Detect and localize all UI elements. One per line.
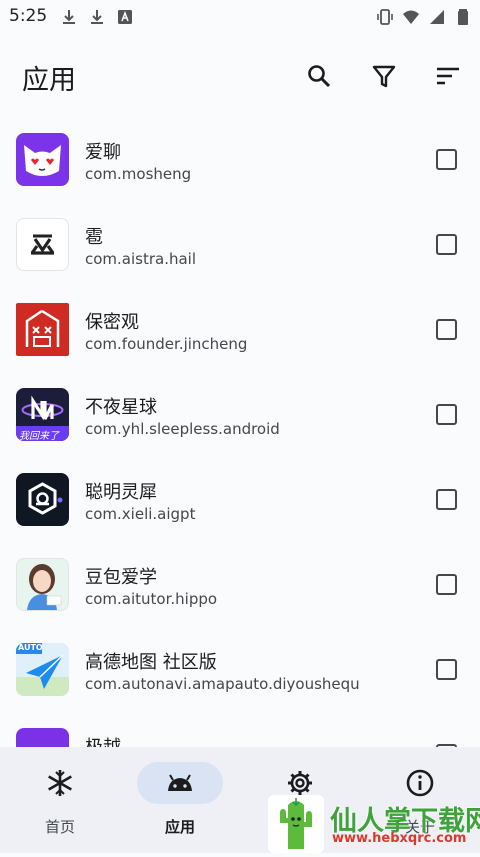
page-title: 应用 — [22, 65, 76, 96]
app-icon-amap: AUTO — [16, 643, 69, 696]
app-checkbox[interactable] — [436, 404, 457, 425]
app-icon-doubaoaixue — [16, 558, 69, 611]
app-icon-caption: 我回来了 — [19, 431, 59, 441]
cat-icon — [24, 145, 61, 176]
app-name: 豆包爱学 — [85, 567, 157, 588]
app-icon-caption: AUTO — [18, 643, 43, 652]
app-checkbox[interactable] — [436, 149, 457, 170]
app-checkbox[interactable] — [436, 234, 457, 255]
app-checkbox[interactable] — [436, 659, 457, 680]
nav-label: 首页 — [44, 818, 75, 836]
seal-icon — [25, 309, 60, 347]
sort-icon — [437, 67, 459, 85]
a-box-icon — [118, 10, 132, 24]
battery-icon — [458, 9, 468, 25]
wifi-icon — [403, 10, 419, 24]
list-item[interactable]: 我回来了 不夜星球 com.yhl.sleepless.android — [0, 373, 480, 458]
list-item[interactable]: 极越 — [0, 713, 480, 748]
app-icon-buyexingqiu: 我回来了 — [16, 388, 69, 441]
filter-button[interactable] — [364, 56, 404, 96]
nav-home[interactable]: 首页 — [0, 747, 120, 853]
signal-icon — [430, 10, 444, 24]
sort-button[interactable] — [428, 56, 468, 96]
android-icon — [168, 774, 192, 791]
app-checkbox[interactable] — [436, 574, 457, 595]
hexagon-logo-icon — [28, 482, 63, 515]
app-package: com.aistra.hail — [85, 250, 197, 268]
nav-apps[interactable]: 应用 — [120, 747, 240, 853]
status-bar: 5:25 — [0, 0, 480, 34]
app-package: com.mosheng — [85, 165, 192, 183]
list-item[interactable]: 保密观 com.founder.jincheng — [0, 288, 480, 373]
app-icon-congminglingxi — [16, 473, 69, 526]
app-package: com.yhl.sleepless.android — [85, 420, 280, 438]
app-name: 爱聊 — [85, 142, 121, 163]
watermark-url: www.hebxqrc.com — [332, 831, 467, 846]
app-icon-aimliao — [16, 133, 69, 186]
cactus-logo-icon — [268, 795, 324, 853]
list-item[interactable]: 豆包爱学 com.aitutor.hippo — [0, 543, 480, 628]
list-item[interactable]: 聪明灵犀 com.xieli.aigpt — [0, 458, 480, 543]
app-name: 聪明灵犀 — [85, 482, 157, 503]
download-icon — [63, 10, 75, 24]
vibrate-icon — [377, 9, 393, 25]
app-package: com.founder.jincheng — [85, 335, 248, 353]
app-name: 高德地图 社区版 — [85, 652, 217, 673]
download-icon — [91, 10, 103, 24]
app-checkbox[interactable] — [436, 319, 457, 340]
app-package: com.aitutor.hippo — [85, 590, 218, 608]
app-name: 保密观 — [85, 312, 139, 333]
app-icon-hail — [16, 218, 69, 271]
hail-logo-icon — [30, 234, 55, 255]
app-bar: 应用 — [0, 40, 480, 112]
list-item[interactable]: AUTO 高德地图 社区版 com.autonavi.amapauto.diyo… — [0, 628, 480, 713]
status-notification-icons — [60, 8, 134, 26]
app-package: com.autonavi.amapauto.diyoushequ — [85, 675, 360, 693]
app-checkbox[interactable] — [436, 489, 457, 510]
app-name: 极越 — [85, 737, 121, 748]
app-list[interactable]: 爱聊 com.mosheng 雹 com.aistra.hail 保密观 com… — [0, 118, 480, 748]
list-item[interactable]: 爱聊 com.mosheng — [0, 118, 480, 203]
status-system-icons — [376, 8, 472, 26]
list-item[interactable]: 雹 com.aistra.hail — [0, 203, 480, 288]
nav-label: 应用 — [164, 818, 195, 836]
app-icon-baomiguan — [16, 303, 69, 356]
watermark: 仙人掌下载网 www.hebxqrc.com — [262, 793, 480, 853]
app-package: com.xieli.aigpt — [85, 505, 196, 523]
snowflake-icon — [48, 770, 72, 796]
status-time: 5:25 — [9, 6, 48, 26]
app-name: 雹 — [85, 227, 103, 248]
app-icon-jiyue — [16, 728, 69, 748]
filter-icon — [372, 65, 396, 88]
app-name: 不夜星球 — [85, 397, 157, 418]
search-button[interactable] — [299, 56, 339, 96]
avatar-girl-icon — [27, 564, 62, 610]
search-icon — [308, 65, 331, 88]
